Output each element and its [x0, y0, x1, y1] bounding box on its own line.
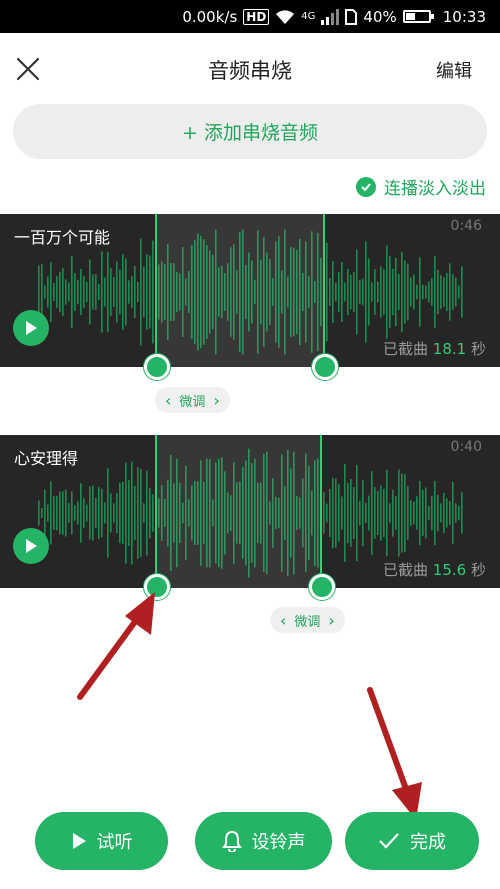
cut-info: 已截曲 18.1 秒	[383, 338, 486, 359]
battery-icon	[402, 10, 434, 23]
cut-info: 已截曲 15.6 秒	[383, 559, 486, 580]
edit-button[interactable]: 编辑	[436, 57, 472, 83]
chevron-left-icon[interactable]: ‹	[280, 611, 286, 630]
network-speed: 0.00k/s	[182, 7, 238, 26]
play-button[interactable]	[13, 310, 49, 346]
play-icon	[26, 539, 37, 553]
header: 音频串烧 编辑	[0, 33, 500, 105]
track-card[interactable]: 一百万个可能 0:46 已截曲 18.1 秒	[0, 214, 500, 367]
done-label: 完成	[410, 832, 446, 853]
track-name: 一百万个可能	[14, 228, 111, 247]
start-marker-line	[155, 214, 157, 367]
cut-prefix: 已截曲	[383, 561, 429, 579]
preview-button[interactable]: 试听	[35, 812, 168, 870]
end-handle[interactable]	[312, 354, 338, 380]
network-type: 4G	[301, 11, 316, 22]
chevron-left-icon[interactable]: ‹	[165, 391, 171, 410]
fine-tune-control[interactable]: ‹ 微调 ›	[155, 387, 230, 413]
play-icon	[72, 833, 86, 849]
end-marker-line	[320, 435, 322, 588]
clock: 10:33	[442, 7, 486, 26]
selection-region	[157, 214, 324, 367]
chevron-right-icon[interactable]: ›	[213, 391, 219, 410]
start-handle[interactable]	[144, 574, 170, 600]
bell-icon	[221, 830, 242, 852]
selection-region	[157, 435, 321, 588]
fine-tune-label: 微调	[179, 394, 206, 410]
track-duration: 0:40	[450, 439, 482, 455]
cut-prefix: 已截曲	[383, 340, 429, 358]
battery-percent: 40%	[363, 7, 397, 26]
check-icon	[379, 833, 399, 849]
preview-label: 试听	[96, 832, 133, 853]
page-title: 音频串烧	[208, 59, 292, 83]
chevron-right-icon[interactable]: ›	[328, 611, 334, 630]
status-bar: 0.00k/s HD 4G 40% 10:33	[0, 0, 500, 33]
end-marker-line	[323, 214, 325, 367]
cut-seconds: 15.6	[432, 561, 467, 579]
track-card[interactable]: 心安理得 0:40 已截曲 15.6 秒	[0, 435, 500, 588]
ringtone-label: 设铃声	[251, 832, 306, 853]
end-handle[interactable]	[309, 574, 335, 600]
start-handle[interactable]	[144, 354, 170, 380]
cut-unit: 秒	[470, 340, 486, 358]
sim-icon	[345, 8, 358, 25]
track-duration: 0:46	[450, 218, 482, 234]
fine-tune-label: 微调	[294, 614, 321, 630]
wifi-icon	[275, 9, 295, 25]
cut-seconds: 18.1	[432, 340, 467, 358]
crossfade-toggle[interactable]: 连播淡入淡出	[356, 174, 486, 199]
add-audio-button[interactable]: + 添加串烧音频	[13, 104, 487, 159]
crossfade-label: 连播淡入淡出	[384, 179, 486, 199]
hd-icon: HD	[243, 8, 270, 25]
check-icon	[356, 176, 376, 197]
track-name: 心安理得	[14, 449, 79, 468]
play-button[interactable]	[13, 528, 49, 564]
cut-unit: 秒	[470, 561, 486, 579]
done-button[interactable]: 完成	[345, 812, 479, 870]
play-icon	[26, 321, 37, 335]
signal-icon	[321, 8, 340, 25]
fine-tune-control[interactable]: ‹ 微调 ›	[270, 607, 345, 633]
start-marker-line	[155, 435, 157, 588]
ringtone-button[interactable]: 设铃声	[195, 812, 332, 870]
